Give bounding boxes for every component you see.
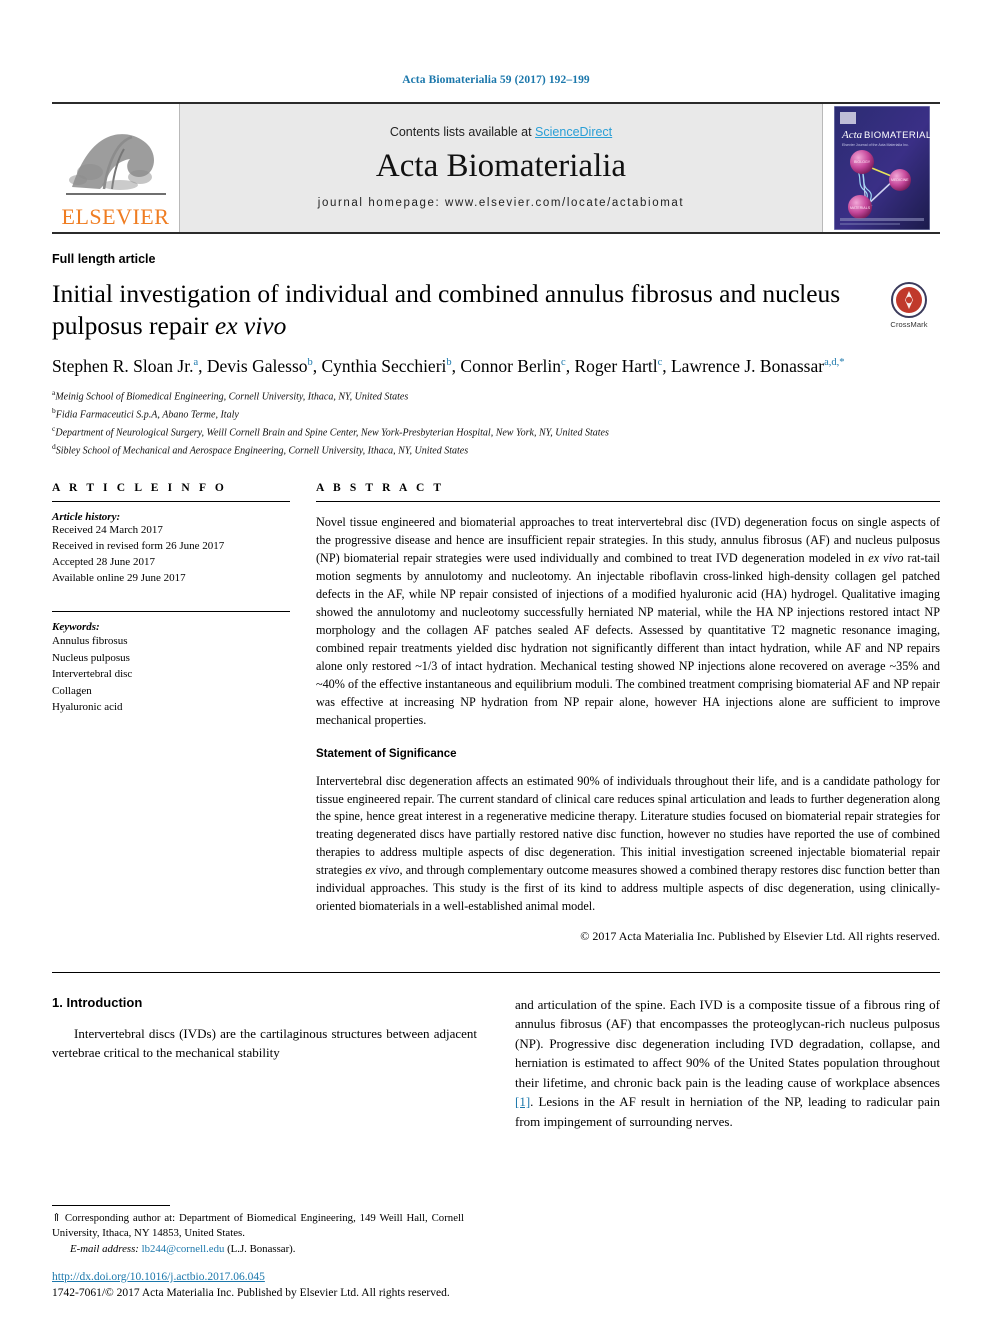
abstract-body: Novel tissue engineered and biomaterial … bbox=[316, 514, 940, 945]
body-paragraph-left: Intervertebral discs (IVDs) are the cart… bbox=[52, 1025, 477, 1061]
contents-available-line: Contents lists available at ScienceDirec… bbox=[390, 125, 612, 139]
corresponding-author-footnote: ⇑ Corresponding author at: Department of… bbox=[52, 1205, 464, 1257]
footnote-marker: ⇑ bbox=[52, 1212, 62, 1225]
affiliation-item: bFidia Farmaceutici S.p.A, Abano Terme, … bbox=[52, 405, 940, 423]
crossmark-icon bbox=[891, 282, 927, 318]
article-history-title: Article history: bbox=[52, 511, 121, 524]
abstract-copyright: © 2017 Acta Materialia Inc. Published by… bbox=[580, 929, 940, 944]
affiliation-item: aMeinig School of Biomedical Engineering… bbox=[52, 387, 940, 405]
significance-text-b: , and through complementary outcome meas… bbox=[316, 863, 940, 914]
history-item: Available online 29 June 2017 bbox=[52, 572, 186, 585]
section-heading-introduction: 1. Introduction bbox=[52, 994, 143, 1010]
affiliation-text: Meinig School of Biomedical Engineering,… bbox=[55, 391, 409, 403]
keywords-title: Keywords: bbox=[52, 621, 100, 634]
history-item: Received in revised form 26 June 2017 bbox=[52, 540, 225, 553]
article-info-heading: A R T I C L E I N F O bbox=[52, 482, 227, 495]
body-right-column: and articulation of the spine. Each IVD … bbox=[515, 995, 940, 1132]
svg-text:MEDICINE: MEDICINE bbox=[891, 178, 909, 182]
journal-cover-thumbnail: Acta BIOMATERIALIA Elsevier Journal of t… bbox=[822, 104, 940, 232]
page-footer: http://dx.doi.org/10.1016/j.actbio.2017.… bbox=[52, 1267, 652, 1301]
journal-homepage[interactable]: journal homepage: www.elsevier.com/locat… bbox=[318, 197, 684, 209]
masthead-center: Contents lists available at ScienceDirec… bbox=[180, 104, 822, 232]
contents-prefix: Contents lists available at bbox=[389, 124, 536, 139]
body-text-b: . Lesions in the AF result in herniation… bbox=[515, 1094, 940, 1129]
title-text: Initial investigation of individual and … bbox=[52, 279, 841, 340]
elsevier-tree-icon bbox=[65, 134, 166, 195]
keywords-block: Keywords: Annulus fibrosus Nucleus pulpo… bbox=[52, 621, 290, 716]
article-page: Acta Biomaterialia 59 (2017) 192–199 ELS… bbox=[0, 0, 992, 1323]
journal-masthead: ELSEVIER Contents lists available at Sci… bbox=[52, 102, 940, 234]
svg-text:MATERIALS: MATERIALS bbox=[850, 206, 871, 210]
journal-title: Acta Biomaterialia bbox=[375, 147, 627, 184]
affiliation-item: dSibley School of Mechanical and Aerospa… bbox=[52, 441, 940, 459]
info-abstract-region: A R T I C L E I N F O Article history: R… bbox=[52, 482, 940, 945]
journal-cover-image: Acta BIOMATERIALIA Elsevier Journal of t… bbox=[833, 106, 930, 230]
issn-copyright-line: 1742-7061/© 2017 Acta Materialia Inc. Pu… bbox=[52, 1286, 450, 1299]
keyword-item[interactable]: Collagen bbox=[52, 683, 290, 700]
body-paragraph-right: and articulation of the spine. Each IVD … bbox=[515, 995, 940, 1132]
keyword-item[interactable]: Nucleus pulposus bbox=[52, 650, 290, 667]
section-divider bbox=[52, 971, 940, 973]
affiliation-text: Sibley School of Mechanical and Aerospac… bbox=[55, 444, 469, 456]
abstract-text-a: Novel tissue engineered and biomaterial … bbox=[316, 515, 940, 566]
body-text-a: and articulation of the spine. Each IVD … bbox=[515, 996, 940, 1090]
publisher-name: ELSEVIER bbox=[61, 204, 170, 229]
email-label: E-mail address: bbox=[70, 1242, 139, 1255]
keyword-item[interactable]: Annulus fibrosus bbox=[52, 633, 290, 650]
affiliation-text: Fidia Farmaceutici S.p.A, Abano Terme, I… bbox=[55, 409, 239, 421]
title-italic-text: ex vivo bbox=[214, 310, 287, 340]
publisher-logo: ELSEVIER bbox=[52, 104, 180, 232]
crossmark-label: CrossMark bbox=[890, 320, 928, 329]
significance-text-a: Intervertebral disc degeneration affects… bbox=[316, 773, 940, 878]
significance-italic: ex vivo bbox=[365, 863, 400, 878]
abstract-italic: ex vivo bbox=[868, 551, 904, 566]
citation-link-1[interactable]: [1] bbox=[515, 1094, 530, 1109]
divider bbox=[52, 501, 290, 503]
statement-of-significance-heading: Statement of Significance bbox=[316, 747, 457, 760]
article-info-column: A R T I C L E I N F O Article history: R… bbox=[52, 482, 290, 945]
author-list: Stephen R. Sloan Jr.a, Devis Galessob, C… bbox=[52, 355, 845, 376]
abstract-paragraph: Novel tissue engineered and biomaterial … bbox=[316, 514, 940, 729]
footnote-text: ⇑ Corresponding author at: Department of… bbox=[52, 1211, 464, 1257]
sciencedirect-link[interactable]: ScienceDirect bbox=[535, 125, 612, 139]
svg-text:BIOLOGY: BIOLOGY bbox=[854, 160, 871, 164]
body-left-column: 1. Introduction Intervertebral discs (IV… bbox=[52, 995, 477, 1132]
email-link[interactable]: lb244@cornell.edu bbox=[142, 1243, 225, 1255]
divider bbox=[316, 501, 940, 503]
svg-text:BIOMATERIALIA: BIOMATERIALIA bbox=[864, 130, 930, 141]
keyword-item[interactable]: Intervertebral disc bbox=[52, 666, 290, 683]
email-suffix: (L.J. Bonassar). bbox=[224, 1242, 296, 1255]
body-columns: 1. Introduction Intervertebral discs (IV… bbox=[52, 995, 940, 1132]
affiliation-item: cDepartment of Neurological Surgery, Wei… bbox=[52, 423, 940, 441]
article-history-block: Article history: Received 24 March 2017 … bbox=[52, 511, 290, 587]
keyword-item[interactable]: Hyaluronic acid bbox=[52, 699, 290, 716]
page-title: Initial investigation of individual and … bbox=[52, 278, 878, 342]
footnote-email-line: E-mail address: lb244@cornell.edu (L.J. … bbox=[52, 1242, 464, 1257]
running-head: Acta Biomaterialia 59 (2017) 192–199 bbox=[402, 74, 590, 86]
svg-text:Elsevier Journal of the Acta M: Elsevier Journal of the Acta Materialia … bbox=[842, 143, 909, 147]
doi-link[interactable]: http://dx.doi.org/10.1016/j.actbio.2017.… bbox=[52, 1271, 265, 1283]
abstract-column: A B S T R A C T Novel tissue engineered … bbox=[316, 482, 940, 945]
article-type-label: Full length article bbox=[52, 252, 156, 266]
divider bbox=[52, 611, 290, 613]
abstract-heading: A B S T R A C T bbox=[316, 482, 445, 495]
affiliation-list: aMeinig School of Biomedical Engineering… bbox=[52, 387, 940, 458]
affiliation-text: Department of Neurological Surgery, Weil… bbox=[55, 427, 609, 439]
crossmark-badge[interactable]: CrossMark bbox=[878, 278, 940, 329]
abstract-text-b: rat-tail motion segments by annulotomy a… bbox=[316, 551, 941, 727]
footnote-corresponding: Corresponding author at: Department of B… bbox=[52, 1212, 464, 1240]
significance-paragraph: Intervertebral disc degeneration affects… bbox=[316, 773, 940, 917]
history-item: Received 24 March 2017 bbox=[52, 524, 163, 537]
svg-text:Acta: Acta bbox=[841, 129, 863, 141]
history-item: Accepted 28 June 2017 bbox=[52, 556, 155, 569]
footnote-divider bbox=[52, 1205, 170, 1207]
title-row: Initial investigation of individual and … bbox=[52, 278, 940, 342]
